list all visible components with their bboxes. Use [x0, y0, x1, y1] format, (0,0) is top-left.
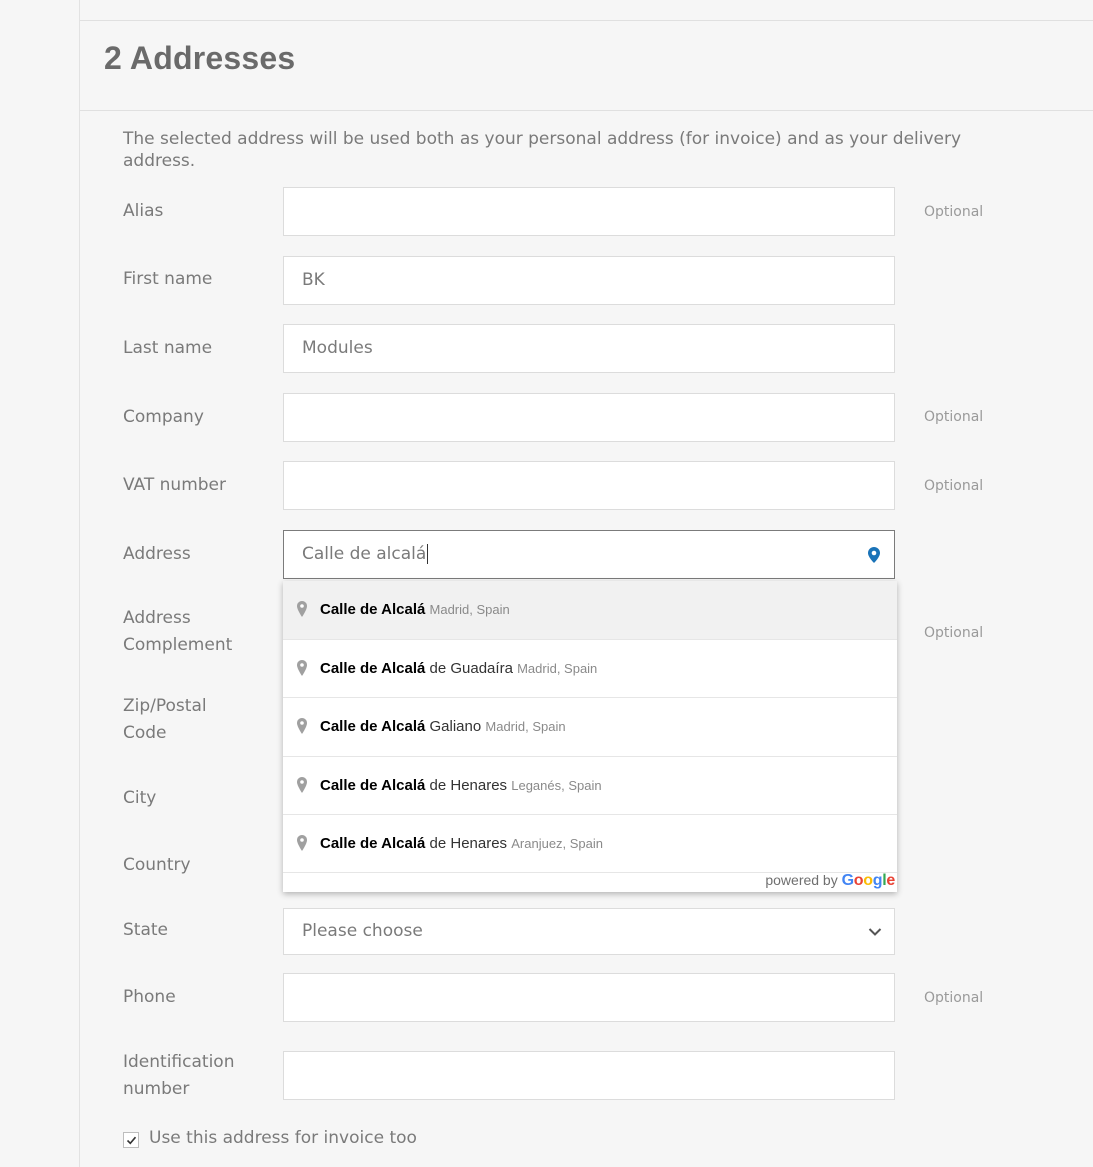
- section-title: 2 Addresses: [104, 40, 296, 76]
- suggestion-main: Calle de Alcalá: [320, 718, 426, 735]
- address-complement-label: Address Complement: [123, 605, 273, 659]
- page-left-gutter: [0, 0, 80, 1167]
- alias-label: Alias: [123, 201, 164, 221]
- autocomplete-suggestion[interactable]: Calle de Alcalá Madrid, Spain: [283, 581, 897, 639]
- google-letter: o: [863, 872, 873, 889]
- location-pin-icon: [297, 718, 307, 734]
- google-letter: g: [872, 872, 883, 889]
- powered-by-row: powered by Google: [283, 872, 897, 892]
- suggestion-secondary: Madrid, Spain: [485, 719, 566, 734]
- address-complement-optional: Optional: [924, 625, 984, 641]
- identification-label-line1: Identification: [123, 1052, 235, 1072]
- phone-input[interactable]: [283, 973, 895, 1022]
- suggestion-secondary: Madrid, Spain: [429, 602, 510, 617]
- address-complement-label-line1: Address: [123, 608, 191, 628]
- first-name-input[interactable]: BK: [283, 256, 895, 305]
- city-label: City: [123, 788, 157, 808]
- address-complement-label-line2: Complement: [123, 635, 233, 655]
- suggestion-text: Calle de Alcalá Madrid, Spain: [320, 581, 510, 639]
- company-optional: Optional: [924, 409, 984, 425]
- last-name-label: Last name: [123, 338, 213, 358]
- suggestion-main: Calle de Alcalá: [320, 777, 426, 794]
- google-letter: o: [853, 872, 864, 889]
- autocomplete-suggestion[interactable]: Calle de Alcalá de Guadaíra Madrid, Spai…: [283, 639, 897, 697]
- checkmark-icon: [126, 1136, 137, 1145]
- suggestion-text: Calle de Alcalá de Guadaíra Madrid, Spai…: [320, 640, 597, 698]
- invoice-address-checkbox[interactable]: [123, 1132, 139, 1148]
- country-label: Country: [123, 855, 191, 875]
- address-input-value: Calle de alcalá: [302, 544, 427, 564]
- google-letter: e: [886, 872, 895, 889]
- phone-optional: Optional: [924, 990, 984, 1006]
- address-autocomplete-dropdown: Calle de Alcalá Madrid, Spain Calle de A…: [283, 581, 897, 892]
- location-pin-icon: [297, 660, 307, 676]
- google-letter: G: [841, 872, 854, 889]
- autocomplete-suggestion[interactable]: Calle de Alcalá Galiano Madrid, Spain: [283, 697, 897, 755]
- suggestion-main: Calle de Alcalá: [320, 601, 426, 618]
- company-label: Company: [123, 407, 204, 427]
- powered-by-google: powered by Google: [765, 872, 895, 890]
- autocomplete-suggestion[interactable]: Calle de Alcalá de Henares Leganés, Spai…: [283, 756, 897, 814]
- location-pin-icon: [297, 601, 307, 617]
- identification-label-line2: number: [123, 1079, 190, 1099]
- location-pin-icon[interactable]: [868, 547, 880, 563]
- suggestion-main: Calle de Alcalá: [320, 660, 426, 677]
- state-select[interactable]: Please choose: [283, 908, 895, 955]
- zip-label-line1: Zip/Postal: [123, 696, 207, 716]
- suggestion-text: Calle de Alcalá de Henares Aranjuez, Spa…: [320, 815, 603, 873]
- autocomplete-suggestion[interactable]: Calle de Alcalá de Henares Aranjuez, Spa…: [283, 814, 897, 872]
- alias-input[interactable]: [283, 187, 895, 236]
- suggestion-secondary: Aranjuez, Spain: [511, 836, 604, 851]
- invoice-address-checkbox-label: Use this address for invoice too: [149, 1128, 417, 1148]
- state-label: State: [123, 920, 168, 940]
- location-pin-icon: [297, 777, 307, 793]
- identification-label: Identification number: [123, 1049, 273, 1103]
- zip-label-line2: Code: [123, 723, 167, 743]
- address-label: Address: [123, 544, 191, 564]
- company-input[interactable]: [283, 393, 895, 442]
- vat-optional: Optional: [924, 478, 984, 494]
- suggestion-secondary: Madrid, Spain: [517, 661, 598, 676]
- state-select-value: Please choose: [302, 921, 423, 941]
- divider: [80, 110, 1093, 111]
- suggestion-rest: de Guadaíra: [425, 660, 513, 677]
- suggestion-rest: Galiano: [425, 718, 482, 735]
- google-logo: Google: [841, 872, 896, 889]
- location-pin-icon: [297, 835, 307, 851]
- address-input[interactable]: Calle de alcalá: [283, 530, 895, 579]
- last-name-input[interactable]: Modules: [283, 324, 895, 373]
- suggestion-rest: de Henares: [425, 835, 508, 852]
- chevron-down-icon: [868, 928, 882, 936]
- zip-label: Zip/Postal Code: [123, 693, 273, 747]
- suggestion-text: Calle de Alcalá Galiano Madrid, Spain: [320, 698, 566, 756]
- text-caret: [427, 544, 429, 564]
- suggestion-rest: de Henares: [425, 777, 508, 794]
- suggestion-main: Calle de Alcalá: [320, 835, 426, 852]
- suggestion-secondary: Leganés, Spain: [511, 778, 602, 793]
- powered-by-text: powered by: [765, 872, 838, 888]
- first-name-label: First name: [123, 269, 213, 289]
- alias-optional: Optional: [924, 204, 984, 220]
- vat-input[interactable]: [283, 461, 895, 510]
- suggestion-text: Calle de Alcalá de Henares Leganés, Spai…: [320, 757, 602, 815]
- divider: [80, 20, 1093, 21]
- phone-label: Phone: [123, 987, 176, 1007]
- identification-input[interactable]: [283, 1051, 895, 1100]
- vat-label: VAT number: [123, 475, 226, 495]
- intro-text: The selected address will be used both a…: [123, 129, 962, 171]
